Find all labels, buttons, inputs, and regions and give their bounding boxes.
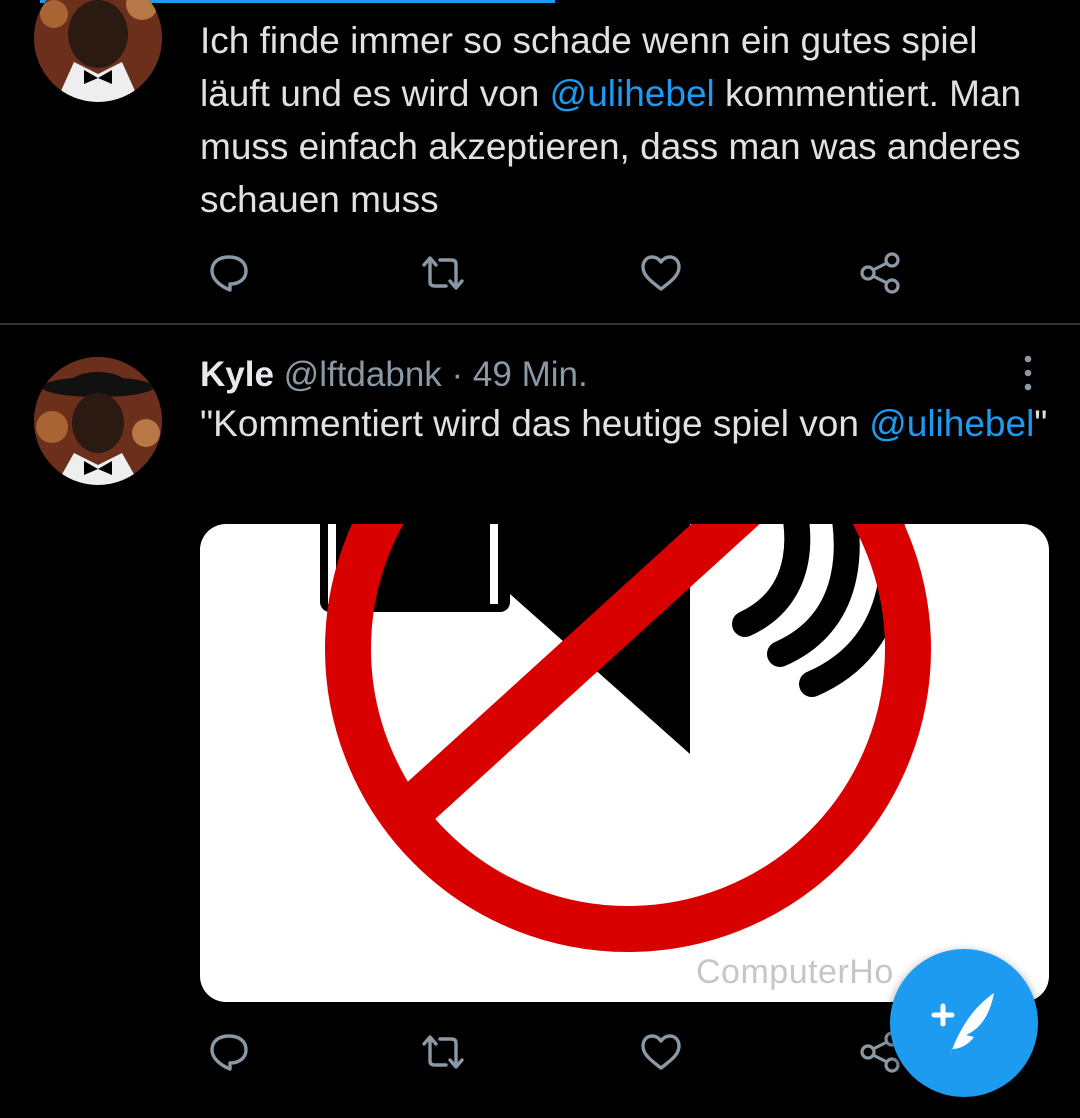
tweet-text: "Kommentiert wird das heutige spiel von …	[200, 397, 1050, 450]
retweet-icon	[422, 1035, 464, 1069]
author-handle[interactable]: @lftdabnk	[284, 355, 442, 394]
heart-icon	[641, 1034, 681, 1070]
author-name[interactable]: Kyle	[200, 355, 274, 394]
tweet-text: Ich finde immer so schade wenn ein gutes…	[200, 14, 1050, 226]
tweet-header: Kyle @lftdabnk · 49 Min.	[200, 353, 1050, 397]
timestamp[interactable]: 49 Min.	[473, 355, 588, 394]
retweet-button[interactable]	[418, 1027, 468, 1077]
comment-icon	[210, 1034, 248, 1071]
share-icon	[860, 252, 900, 294]
tweet-actions	[200, 1027, 920, 1077]
mention-link[interactable]: @ulihebel	[869, 403, 1034, 444]
compose-tweet-icon	[931, 993, 994, 1061]
tweet-body: Kyle @lftdabnk · 49 Min. "Kommentiert wi…	[200, 353, 1050, 450]
timeline: Ich finde immer so schade wenn ein gutes…	[0, 0, 1080, 1118]
retweet-button[interactable]	[418, 248, 468, 298]
avatar[interactable]	[34, 0, 162, 102]
tweet-body: Ich finde immer so schade wenn ein gutes…	[200, 14, 1050, 226]
header-separator: ·	[451, 355, 464, 394]
reply-button[interactable]	[204, 1027, 254, 1077]
heart-icon	[641, 255, 681, 291]
more-vertical-icon[interactable]	[1016, 353, 1040, 393]
like-button[interactable]	[636, 1027, 686, 1077]
avatar[interactable]	[34, 357, 162, 485]
tweet[interactable]: Ich finde immer so schade wenn ein gutes…	[0, 0, 1080, 323]
retweet-icon	[422, 256, 464, 290]
media-watermark: ComputerHo	[696, 953, 894, 991]
tweet-text-part: "	[1034, 403, 1048, 444]
tweet-actions	[200, 248, 920, 298]
media-image[interactable]: ComputerHo	[200, 524, 1049, 1002]
mention-link[interactable]: @ulihebel	[550, 73, 715, 114]
no-sound-sign-icon	[320, 524, 931, 952]
tweet-text-part: "Kommentiert wird das heutige spiel von	[200, 403, 870, 444]
comment-icon	[210, 255, 248, 292]
like-button[interactable]	[636, 248, 686, 298]
share-button[interactable]	[856, 248, 906, 298]
compose-tweet-button[interactable]	[890, 949, 1038, 1097]
reply-button[interactable]	[204, 248, 254, 298]
